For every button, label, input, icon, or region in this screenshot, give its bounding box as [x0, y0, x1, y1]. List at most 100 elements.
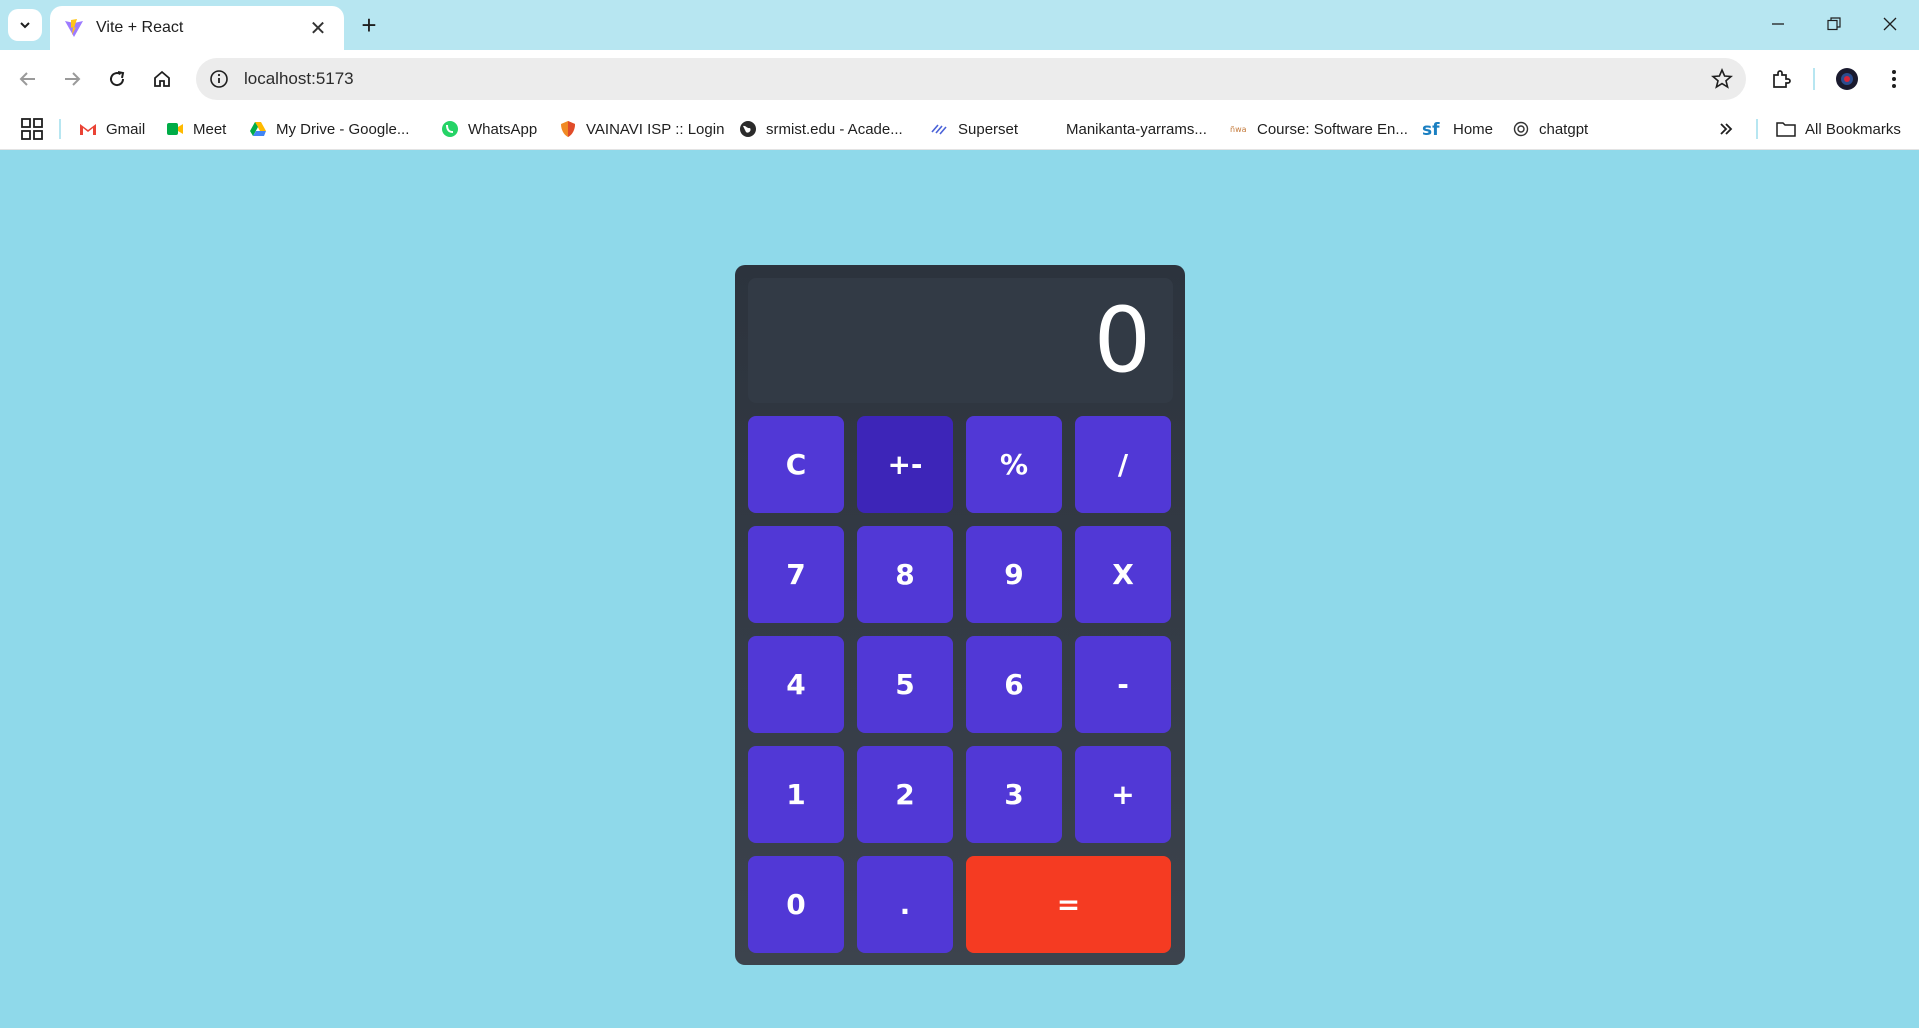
- bookmarks-divider: [1756, 119, 1758, 139]
- toolbar-divider: [1813, 68, 1815, 90]
- more-bookmarks-button[interactable]: [1718, 108, 1734, 150]
- bookmark-label: Home: [1453, 120, 1494, 138]
- restore-icon: [1827, 17, 1841, 31]
- bookmark-label: Manikanta-yarrams...: [1066, 120, 1207, 138]
- percent-button[interactable]: %: [966, 416, 1062, 513]
- svg-text:ñwa: ñwa: [1230, 125, 1247, 134]
- reload-button[interactable]: [99, 61, 135, 97]
- meet-icon: [166, 120, 184, 138]
- drive-icon: [249, 120, 267, 138]
- decimal-button[interactable]: .: [857, 856, 953, 953]
- bookmark-label: Gmail: [106, 120, 146, 138]
- shield-icon: [559, 120, 577, 138]
- all-bookmarks-label: All Bookmarks: [1805, 120, 1901, 138]
- bookmark-label: VAINAVI ISP :: Login: [586, 120, 725, 138]
- openai-icon: [1512, 120, 1530, 138]
- tab-search-button[interactable]: [8, 9, 42, 41]
- gmail-icon: [79, 120, 97, 138]
- puzzle-icon: [1773, 70, 1791, 88]
- equals-button[interactable]: =: [966, 856, 1171, 953]
- digit-2-button[interactable]: 2: [857, 746, 953, 843]
- display-value: 0: [1093, 287, 1151, 393]
- new-tab-button[interactable]: +: [352, 9, 386, 41]
- minimize-icon: [1772, 23, 1784, 25]
- digit-8-button[interactable]: 8: [857, 526, 953, 623]
- extensions-button[interactable]: [1763, 61, 1799, 97]
- address-bar[interactable]: localhost:5173: [196, 58, 1746, 100]
- bookmark-label: chatgpt: [1539, 120, 1589, 138]
- bookmark-meet[interactable]: Meet: [166, 108, 226, 150]
- digit-3-button[interactable]: 3: [966, 746, 1062, 843]
- tab-title: Vite + React: [96, 19, 184, 36]
- arrow-left-icon: [19, 72, 35, 86]
- globe-icon: [739, 120, 757, 138]
- bookmark-label: Superset: [958, 120, 1019, 138]
- back-button[interactable]: [10, 61, 46, 97]
- bookmark-label: Meet: [193, 120, 227, 138]
- all-bookmarks-button[interactable]: All Bookmarks: [1776, 108, 1901, 150]
- restore-button[interactable]: [1814, 8, 1854, 40]
- folder-icon: [1776, 120, 1796, 138]
- digit-0-button[interactable]: 0: [748, 856, 844, 953]
- sf-icon: sf: [1422, 120, 1444, 138]
- bookmark-vainavi[interactable]: VAINAVI ISP :: Login: [559, 108, 724, 150]
- active-tab[interactable]: Vite + React ✕: [50, 6, 344, 50]
- add-button[interactable]: +: [1075, 746, 1171, 843]
- kebab-menu-icon: [1892, 70, 1896, 88]
- bookmark-manikanta[interactable]: Manikanta-yarrams...: [1066, 108, 1207, 150]
- arrow-right-icon: [65, 72, 81, 86]
- digit-7-button[interactable]: 7: [748, 526, 844, 623]
- calculator: 0 C +- % / 7 8 9 X 4 5 6 - 1 2 3 + 0 . =: [735, 265, 1185, 965]
- close-icon: [1883, 17, 1897, 31]
- info-icon[interactable]: [208, 68, 230, 90]
- menu-button[interactable]: [1876, 61, 1912, 97]
- close-window-button[interactable]: [1870, 8, 1910, 40]
- bookmark-srmist[interactable]: srmist.edu - Acade...: [739, 108, 903, 150]
- bookmark-drive[interactable]: My Drive - Google...: [249, 108, 409, 150]
- bookmark-chatgpt[interactable]: chatgpt: [1512, 108, 1588, 150]
- home-icon: [154, 70, 170, 87]
- divide-button[interactable]: /: [1075, 416, 1171, 513]
- bookmark-home[interactable]: sf Home: [1422, 108, 1493, 150]
- chevron-down-icon: [20, 22, 30, 29]
- whatsapp-icon: [441, 120, 459, 138]
- bookmark-label: srmist.edu - Acade...: [766, 120, 903, 138]
- multiply-button[interactable]: X: [1075, 526, 1171, 623]
- bookmarks-divider: [59, 119, 61, 139]
- subtract-button[interactable]: -: [1075, 636, 1171, 733]
- clear-button[interactable]: C: [748, 416, 844, 513]
- bookmark-star-icon[interactable]: [1710, 67, 1734, 91]
- avatar: [1836, 68, 1858, 90]
- bookmark-gmail[interactable]: Gmail: [79, 108, 145, 150]
- bookmark-label: My Drive - Google...: [276, 120, 410, 138]
- course-icon: ñwa: [1230, 120, 1248, 138]
- bookmarks-bar: Gmail Meet My Drive - Google... WhatsApp…: [0, 108, 1919, 150]
- bookmark-whatsapp[interactable]: WhatsApp: [441, 108, 537, 150]
- reload-icon: [110, 71, 125, 87]
- double-chevron-right-icon: [1720, 123, 1733, 135]
- tab-strip: Vite + React ✕ +: [0, 0, 1919, 50]
- minimize-button[interactable]: [1758, 8, 1798, 40]
- digit-4-button[interactable]: 4: [748, 636, 844, 733]
- close-tab-icon[interactable]: ✕: [306, 16, 330, 40]
- bookmark-course[interactable]: ñwa Course: Software En...: [1230, 108, 1408, 150]
- digit-6-button[interactable]: 6: [966, 636, 1062, 733]
- bookmark-label: Course: Software En...: [1257, 120, 1408, 138]
- browser-toolbar: localhost:5173: [0, 50, 1919, 108]
- keypad: C +- % / 7 8 9 X 4 5 6 - 1 2 3 + 0 . =: [748, 416, 1173, 953]
- svg-text:sf: sf: [1422, 120, 1440, 138]
- home-button[interactable]: [144, 61, 180, 97]
- sign-toggle-button[interactable]: +-: [857, 416, 953, 513]
- digit-1-button[interactable]: 1: [748, 746, 844, 843]
- digit-5-button[interactable]: 5: [857, 636, 953, 733]
- profile-button[interactable]: [1829, 61, 1865, 97]
- bookmark-label: WhatsApp: [468, 120, 538, 138]
- vite-icon: [65, 19, 83, 37]
- apps-grid-icon[interactable]: [20, 117, 44, 141]
- forward-button[interactable]: [54, 61, 90, 97]
- url-text: localhost:5173: [244, 69, 354, 88]
- superset-icon: [931, 120, 949, 138]
- bookmark-superset[interactable]: Superset: [931, 108, 1018, 150]
- digit-9-button[interactable]: 9: [966, 526, 1062, 623]
- calculator-display: 0: [748, 278, 1173, 403]
